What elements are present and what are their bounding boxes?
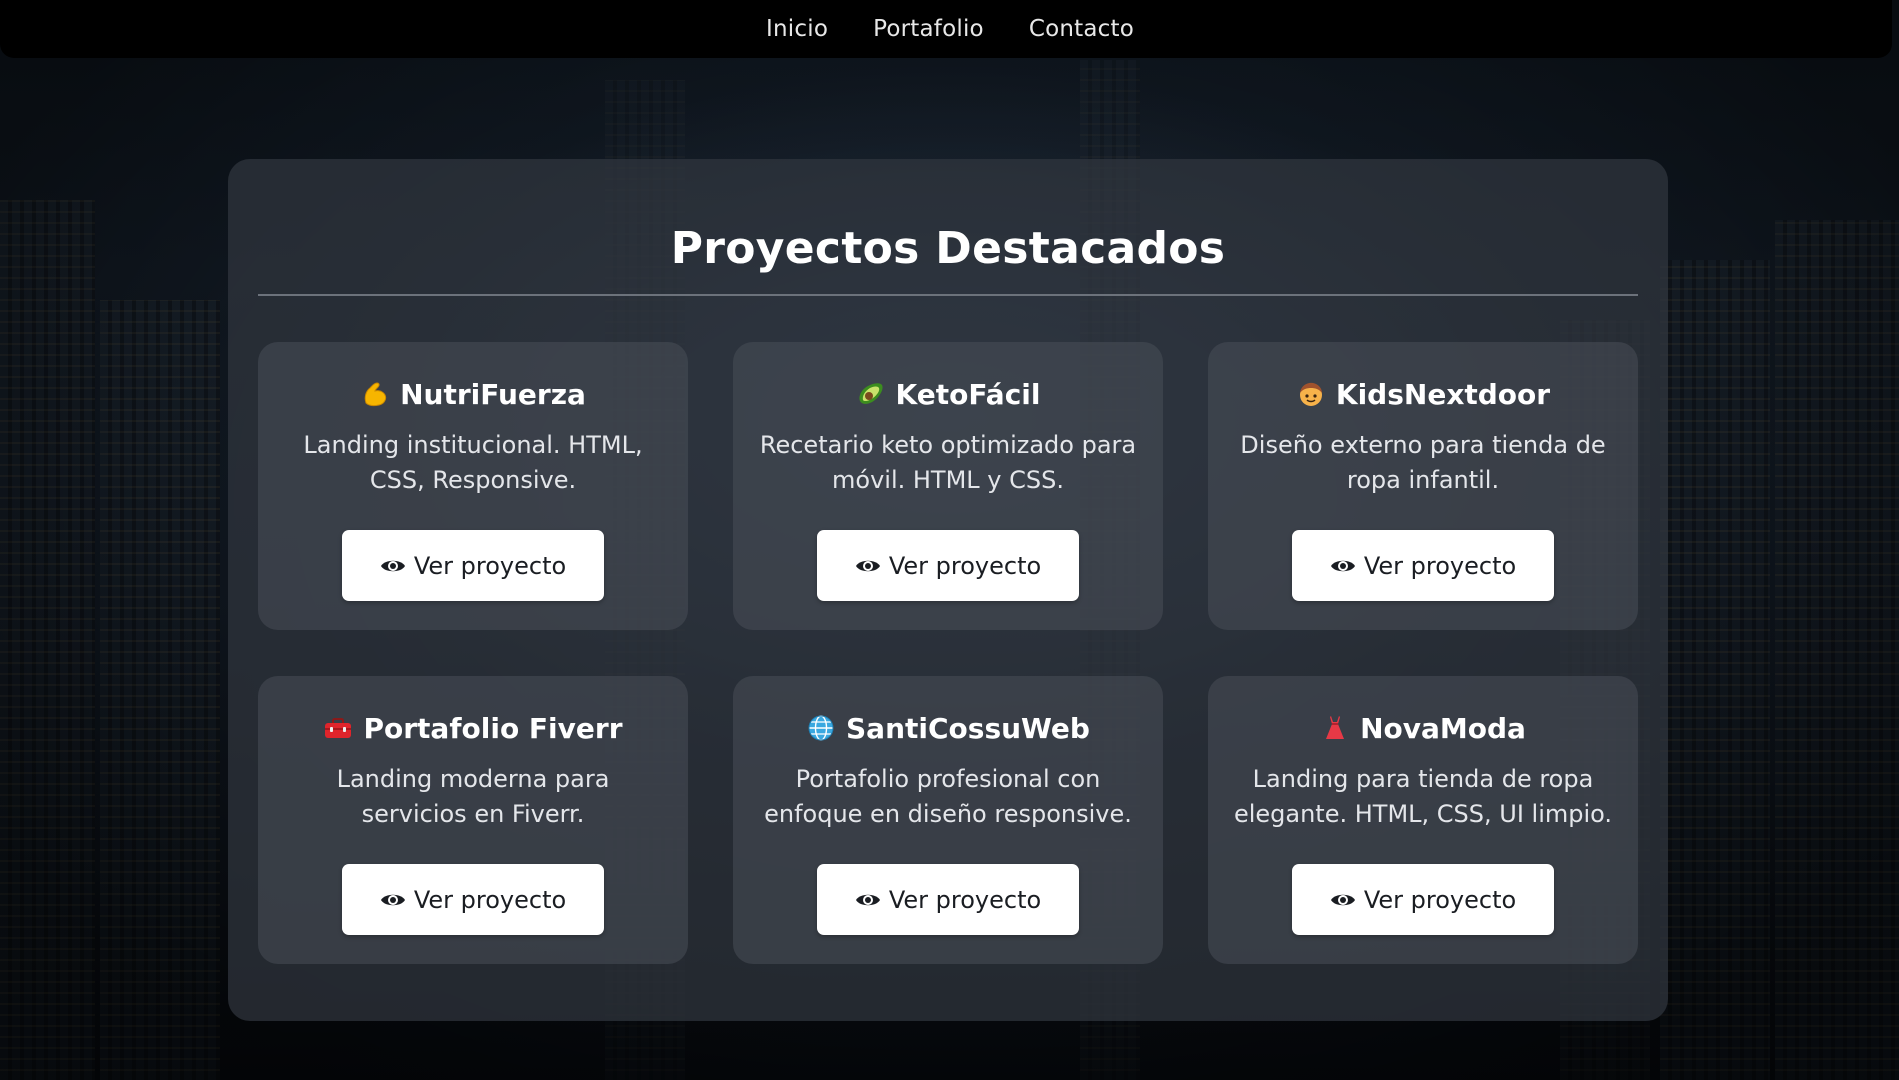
dress-icon (1320, 713, 1350, 743)
card-description: Diseño externo para tienda de ropa infan… (1240, 431, 1606, 494)
eye-icon (380, 553, 406, 579)
view-project-label: Ver proyecto (1363, 885, 1517, 914)
card-title: Portafolio Fiverr (363, 711, 623, 745)
card-title: KetoFácil (895, 377, 1041, 411)
card-header: NutriFuerza (360, 374, 586, 414)
card-title: KidsNextdoor (1335, 377, 1551, 411)
view-project-button[interactable]: Ver proyecto (1292, 530, 1554, 601)
card-title: NutriFuerza (400, 377, 586, 411)
card-description: Landing moderna para servicios en Fiverr… (336, 765, 610, 828)
avocado-icon (856, 379, 886, 409)
title-divider (258, 294, 1638, 296)
view-project-button[interactable]: Ver proyecto (817, 530, 1079, 601)
eye-icon (1330, 553, 1356, 579)
card-title: NovaModa (1360, 711, 1526, 745)
eye-icon (855, 887, 881, 913)
view-project-button[interactable]: Ver proyecto (342, 864, 604, 935)
flexed-biceps-icon (360, 379, 390, 409)
card-header: Portafolio Fiverr (323, 708, 623, 748)
view-project-label: Ver proyecto (888, 885, 1042, 914)
view-project-label: Ver proyecto (1363, 551, 1517, 580)
view-project-label: Ver proyecto (888, 551, 1042, 580)
eye-icon (380, 887, 406, 913)
nav-link-inicio[interactable]: Inicio (766, 16, 828, 42)
globe-icon (806, 713, 836, 743)
nav-link-contacto[interactable]: Contacto (1029, 16, 1134, 42)
view-project-label: Ver proyecto (413, 551, 567, 580)
section-title: Proyectos Destacados (670, 223, 1226, 274)
project-card-nutrifuerza: NutriFuerza Landing institucional. HTML,… (258, 342, 688, 630)
view-project-button[interactable]: Ver proyecto (342, 530, 604, 601)
eye-icon (1330, 887, 1356, 913)
nav-link-portafolio[interactable]: Portafolio (873, 16, 984, 42)
project-card-kidsnextdoor: KidsNextdoor Diseño externo para tienda … (1208, 342, 1638, 630)
card-header: NovaModa (1320, 708, 1526, 748)
view-project-button[interactable]: Ver proyecto (1292, 864, 1554, 935)
top-navbar: Inicio Portafolio Contacto (0, 0, 1892, 58)
projects-grid: NutriFuerza Landing institucional. HTML,… (258, 342, 1638, 964)
project-card-novamoda: NovaModa Landing para tienda de ropa ele… (1208, 676, 1638, 964)
view-project-button[interactable]: Ver proyecto (817, 864, 1079, 935)
card-description: Landing para tienda de ropa elegante. HT… (1233, 765, 1613, 828)
view-project-label: Ver proyecto (413, 885, 567, 914)
projects-panel: Proyectos Destacados NutriFuerza Landing… (228, 159, 1668, 1021)
card-description: Portafolio profesional con enfoque en di… (764, 765, 1132, 828)
project-card-ketofacil: KetoFácil Recetario keto optimizado para… (733, 342, 1163, 630)
card-title: SantiCossuWeb (846, 711, 1090, 745)
card-header: KetoFácil (856, 374, 1041, 414)
card-description: Landing institucional. HTML, CSS, Respon… (303, 431, 643, 494)
project-card-portafolio-fiverr: Portafolio Fiverr Landing moderna para s… (258, 676, 688, 964)
toolbox-icon (323, 713, 353, 743)
child-face-icon (1296, 379, 1326, 409)
project-card-santicossuweb: SantiCossuWeb Portafolio profesional con… (733, 676, 1163, 964)
card-header: KidsNextdoor (1296, 374, 1550, 414)
card-description: Recetario keto optimizado para móvil. HT… (759, 431, 1137, 494)
card-header: SantiCossuWeb (806, 708, 1090, 748)
eye-icon (855, 553, 881, 579)
